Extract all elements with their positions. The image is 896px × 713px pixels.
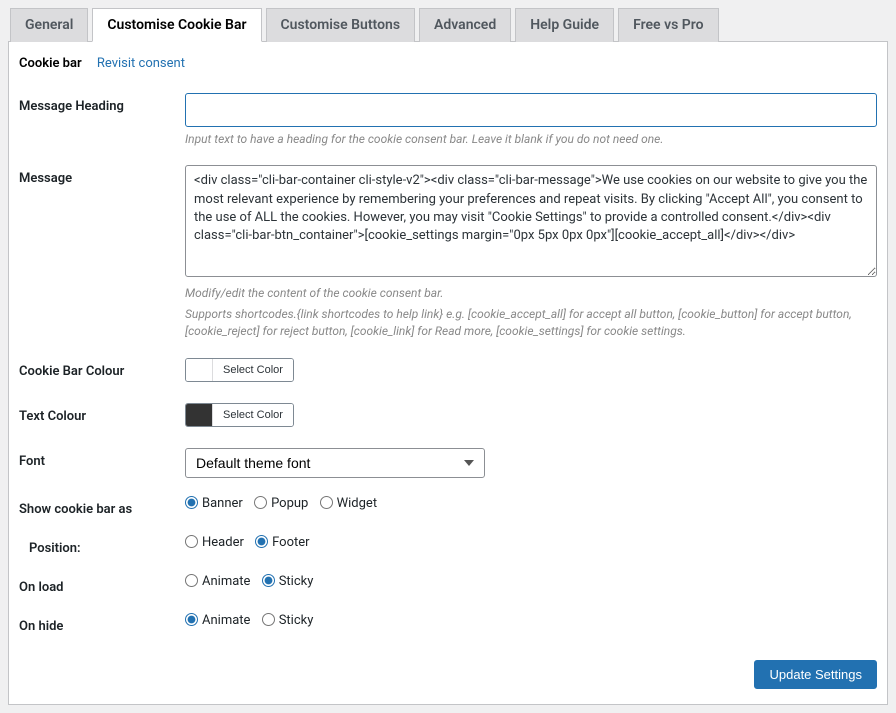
on-load-label: On load (19, 574, 185, 595)
show-as-label: Show cookie bar as (19, 496, 185, 517)
cookie-bar-colour-button[interactable]: Select Color (212, 359, 293, 381)
message-help-1: Modify/edit the content of the cookie co… (185, 285, 877, 302)
subnav: Cookie bar Revisit consent (19, 52, 877, 83)
text-colour-button[interactable]: Select Color (212, 404, 293, 426)
message-label: Message (19, 165, 185, 186)
show-as-popup[interactable]: Popup (254, 496, 308, 511)
tab-help-guide[interactable]: Help Guide (515, 8, 614, 42)
on-load-animate[interactable]: Animate (185, 574, 250, 589)
cookie-bar-colour-label: Cookie Bar Colour (19, 358, 185, 379)
text-colour-swatch (186, 404, 212, 426)
subtab-cookie-bar[interactable]: Cookie bar (19, 54, 86, 79)
position-header[interactable]: Header (185, 535, 244, 550)
subtab-revisit-consent[interactable]: Revisit consent (89, 54, 189, 79)
on-load-sticky[interactable]: Sticky (262, 574, 314, 589)
tab-advanced[interactable]: Advanced (419, 8, 511, 42)
text-colour-label: Text Colour (19, 403, 185, 424)
position-label: Position: (19, 535, 185, 556)
tab-customise-buttons[interactable]: Customise Buttons (266, 8, 416, 42)
on-hide-animate[interactable]: Animate (185, 613, 250, 628)
show-as-banner[interactable]: Banner (185, 496, 243, 511)
update-settings-button[interactable]: Update Settings (754, 660, 877, 689)
show-as-widget[interactable]: Widget (320, 496, 377, 511)
message-help-2: Supports shortcodes.{link shortcodes to … (185, 306, 877, 340)
cookie-bar-colour-swatch (186, 359, 212, 381)
font-label: Font (19, 448, 185, 469)
text-colour-picker[interactable]: Select Color (185, 403, 294, 427)
tab-general[interactable]: General (10, 8, 88, 42)
tab-free-vs-pro[interactable]: Free vs Pro (618, 8, 718, 42)
tab-customise-cookie-bar[interactable]: Customise Cookie Bar (92, 8, 261, 42)
message-textarea[interactable]: <div class="cli-bar-container cli-style-… (185, 165, 877, 277)
cookie-bar-colour-picker[interactable]: Select Color (185, 358, 294, 382)
font-select[interactable]: Default theme font (185, 448, 485, 478)
message-heading-input[interactable] (185, 93, 877, 127)
tabs: General Customise Cookie Bar Customise B… (8, 8, 888, 42)
message-heading-help: Input text to have a heading for the coo… (185, 131, 877, 148)
message-heading-label: Message Heading (19, 93, 185, 114)
settings-panel: Cookie bar Revisit consent Message Headi… (8, 42, 888, 705)
position-footer[interactable]: Footer (255, 535, 309, 550)
on-hide-sticky[interactable]: Sticky (262, 613, 314, 628)
on-hide-label: On hide (19, 613, 185, 634)
